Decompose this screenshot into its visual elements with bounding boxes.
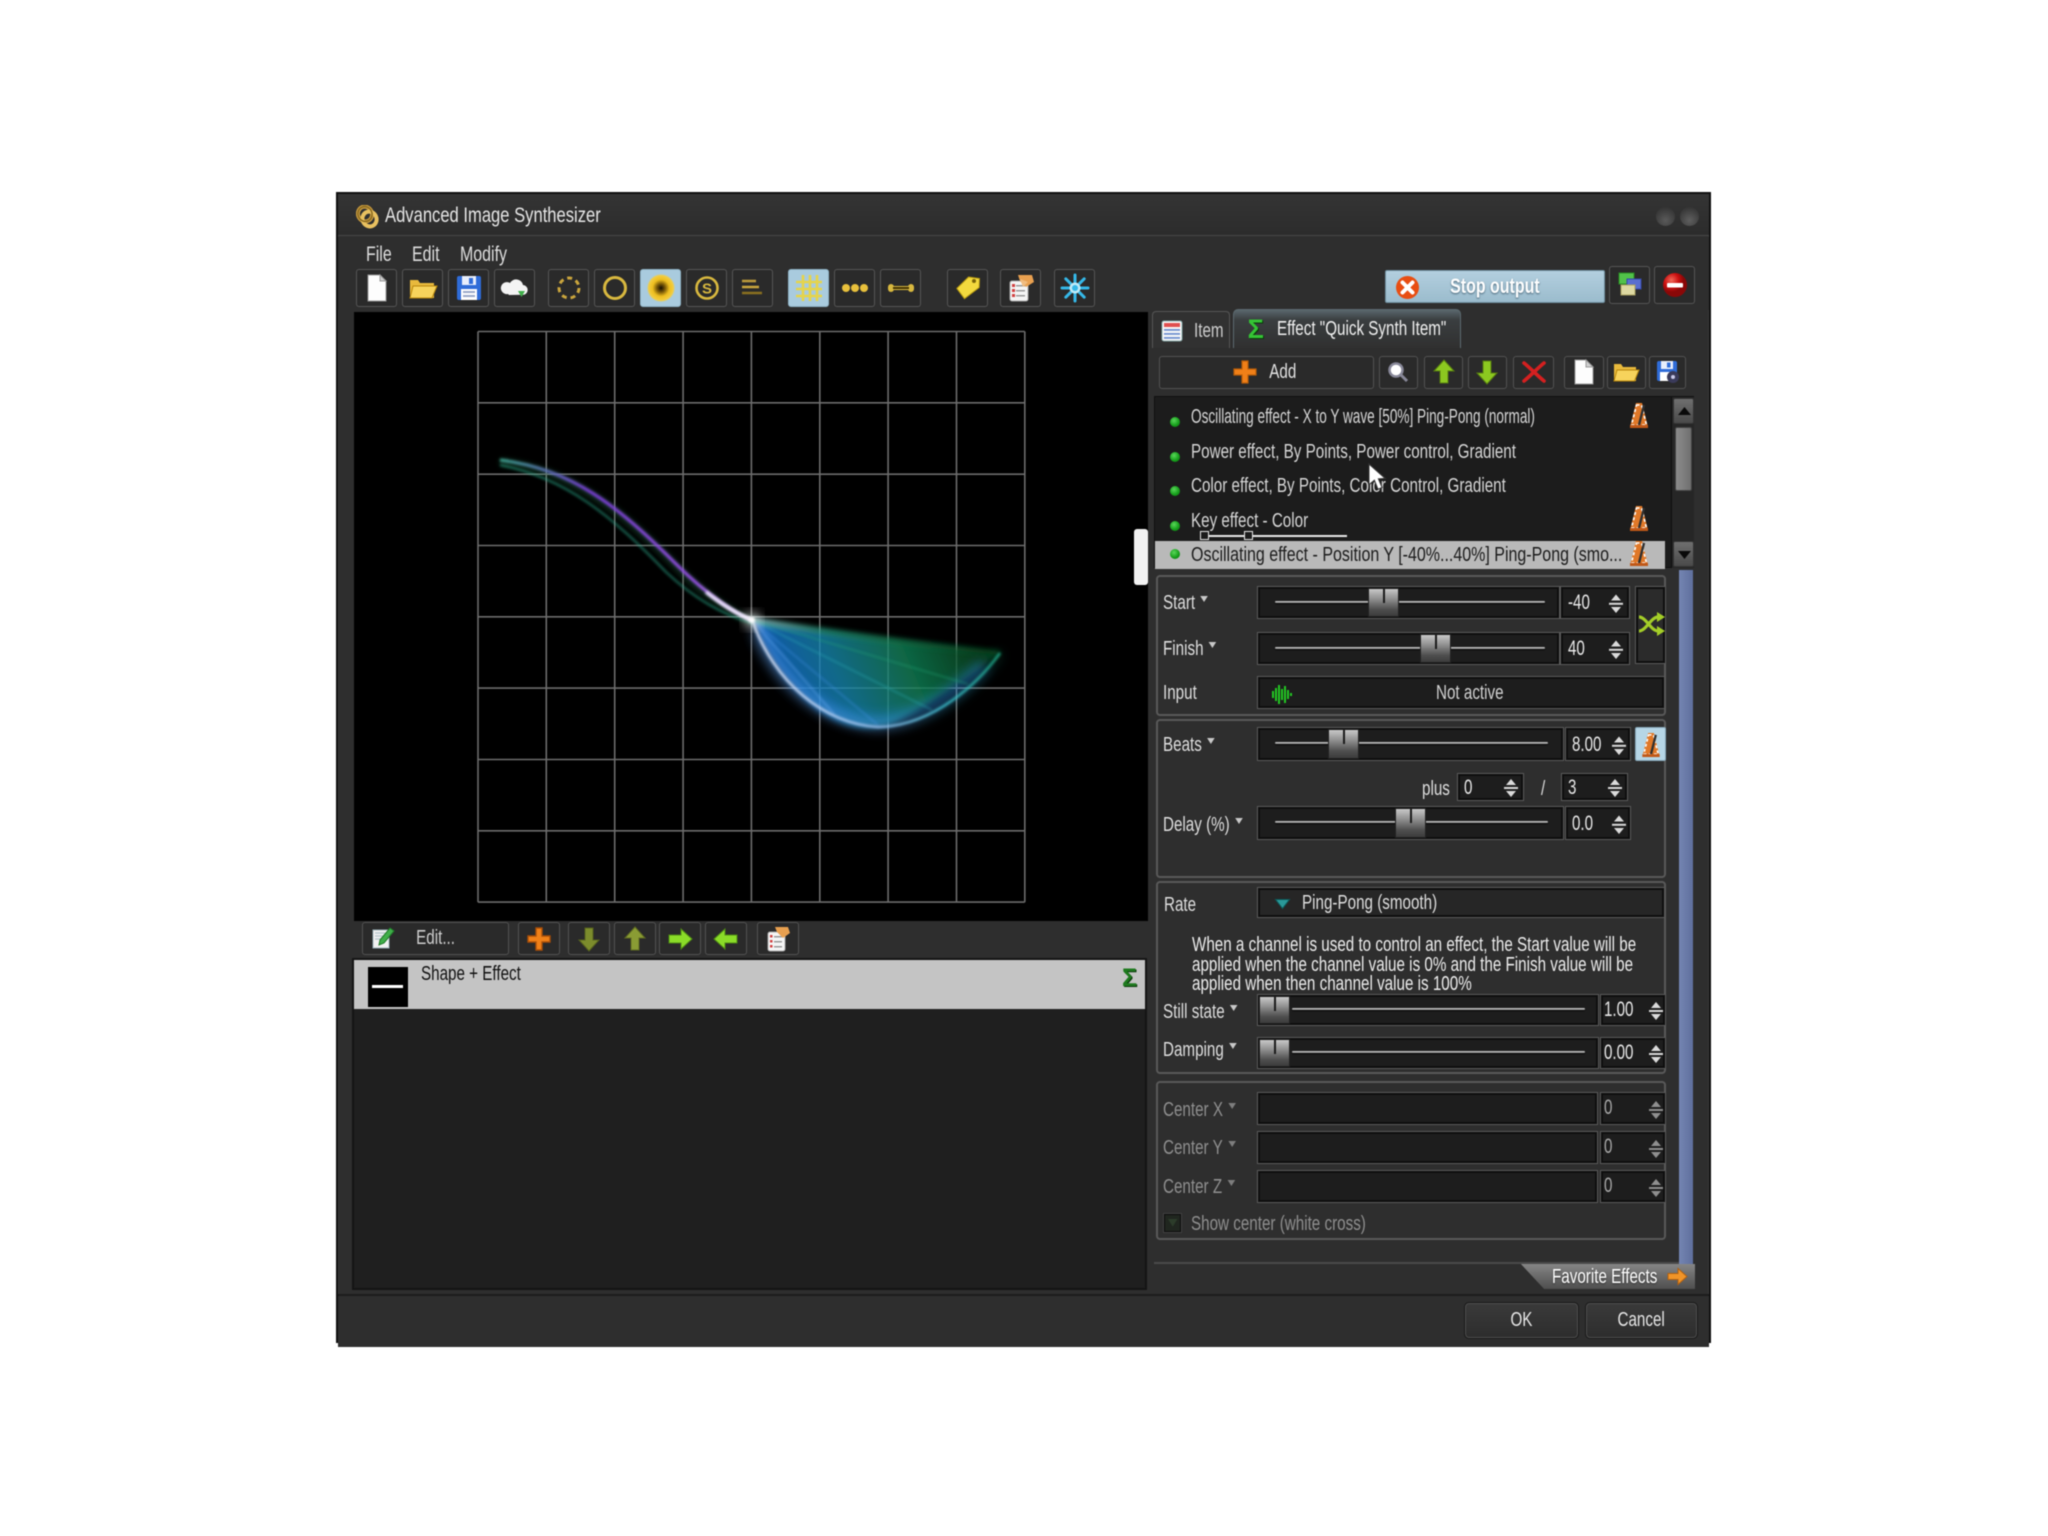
svg-text:S: S: [701, 281, 711, 298]
